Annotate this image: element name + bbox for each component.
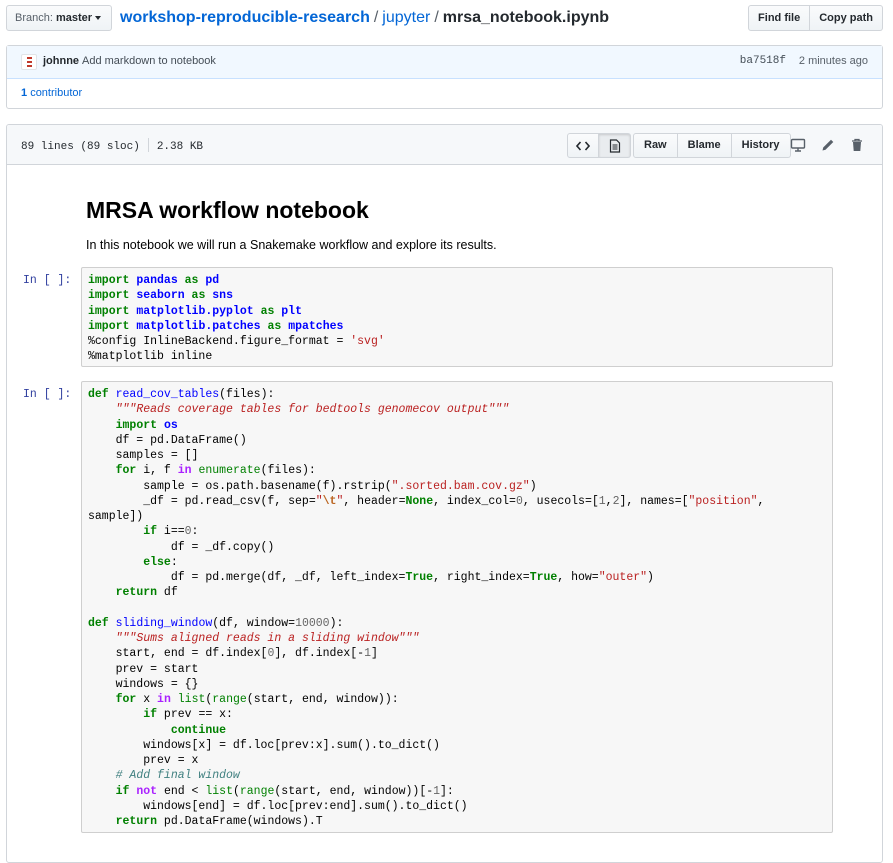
code-block: import pandas as pd import seaborn as sn… — [88, 274, 385, 364]
notebook-title: MRSA workflow notebook — [86, 197, 369, 223]
view-toggle — [567, 133, 631, 158]
trash-icon[interactable] — [849, 137, 865, 153]
copy-path-button[interactable]: Copy path — [810, 5, 883, 31]
breadcrumb-repo-link[interactable]: workshop-reproducible-research — [120, 9, 370, 26]
breadcrumb-folder-link[interactable]: jupyter — [382, 9, 430, 26]
divider — [147, 138, 149, 152]
cell-prompt: In [ ]: — [23, 388, 72, 401]
file-viewer: 89 lines (89 sloc) 2.38 KB Raw Blame Hist… — [6, 124, 883, 863]
branch-value: master — [55, 12, 93, 24]
contributors-label: contributor — [30, 87, 83, 99]
commit-message[interactable]: Add markdown to notebook — [82, 55, 216, 67]
commit-info-box: johnne Add markdown to notebook ba7518f … — [6, 45, 883, 109]
lighthouse-icon — [27, 57, 32, 68]
contributors-count: 1 — [21, 87, 28, 99]
contributors-link[interactable]: 1 contributor — [21, 87, 82, 99]
code-cell: def read_cov_tables(files): """Reads cov… — [81, 381, 833, 833]
breadcrumb-separator: / — [373, 9, 379, 26]
file-header: 89 lines (89 sloc) 2.38 KB Raw Blame Hist… — [7, 125, 882, 165]
code-view-icon — [576, 140, 590, 151]
file-navigation: Branch: master workshop-reproducible-res… — [6, 5, 883, 31]
code-block: def read_cov_tables(files): """Reads cov… — [88, 388, 765, 828]
breadcrumb-file-name: mrsa_notebook.ipynb — [442, 9, 610, 26]
breadcrumb-separator: / — [434, 9, 439, 26]
pencil-icon[interactable] — [820, 137, 836, 153]
find-file-button[interactable]: Find file — [748, 5, 811, 31]
commit-sha[interactable]: ba7518f — [740, 55, 786, 67]
history-button[interactable]: History — [731, 133, 791, 158]
commit-time: 2 minutes ago — [798, 55, 868, 67]
avatar[interactable] — [21, 54, 37, 70]
line-count: 89 lines (89 sloc) — [21, 141, 140, 153]
latest-commit: johnne Add markdown to notebook ba7518f … — [7, 46, 882, 79]
source-view-button[interactable] — [567, 133, 599, 158]
file-actions: Find file Copy path — [748, 5, 883, 31]
notebook-intro: In this notebook we will run a Snakemake… — [86, 238, 497, 252]
file-size: 2.38 KB — [156, 141, 204, 153]
cell-prompt: In [ ]: — [23, 274, 72, 287]
chevron-down-icon — [95, 16, 102, 20]
code-cell: import pandas as pd import seaborn as sn… — [81, 267, 833, 367]
raw-button[interactable]: Raw — [633, 133, 678, 158]
commit-author[interactable]: johnne — [43, 55, 79, 67]
file-info: 89 lines (89 sloc) 2.38 KB — [21, 138, 203, 153]
branch-label: Branch: — [15, 12, 53, 24]
breadcrumb: workshop-reproducible-research / jupyter / m… — [120, 7, 609, 29]
branch-selector[interactable]: Branch: master — [6, 5, 112, 31]
blame-button[interactable]: Blame — [677, 133, 732, 158]
document-view-icon — [609, 138, 620, 153]
blob-actions: Raw Blame History — [633, 133, 791, 158]
desktop-icon[interactable] — [790, 137, 806, 153]
rendered-view-button[interactable] — [599, 133, 631, 158]
